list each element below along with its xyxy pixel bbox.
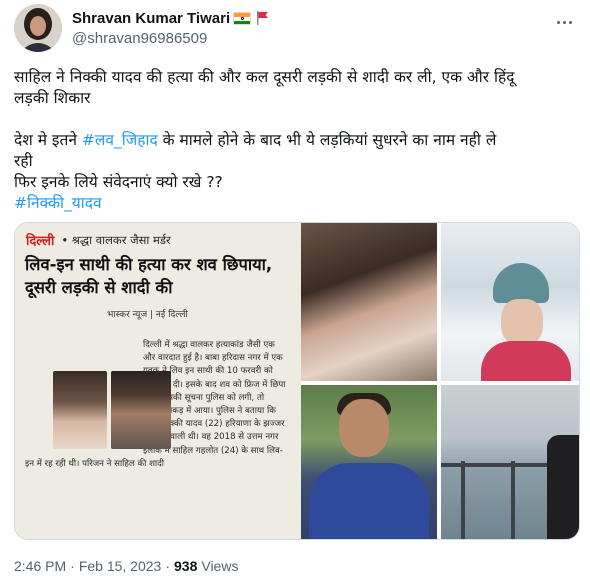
photo-woman-portrait[interactable] <box>301 223 437 381</box>
avatar-image <box>14 4 62 52</box>
author-name-row: Shravan Kumar Tiwari <box>72 8 270 28</box>
red-flag-icon <box>254 10 270 26</box>
photo-collage <box>301 223 579 539</box>
tweet-text: साहिल ने निक्की यादव की हत्या की और कल द… <box>14 67 580 214</box>
clipping-photo-man <box>111 371 171 449</box>
tweet-line: फिर इनके लिये संवेदनाएं क्यो रखे ?? <box>14 173 223 191</box>
more-dot-icon <box>562 20 566 24</box>
india-flag-icon <box>233 11 252 25</box>
tweet-text-fragment: के मामले होने के बाद भी ये लड़कियां सुधर… <box>157 131 497 149</box>
views-label: Views <box>201 558 239 574</box>
tweet-date[interactable]: Feb 15, 2023 <box>79 558 162 574</box>
tweet-meta: 2:46 PM · Feb 15, 2023 · 938 Views <box>14 558 238 574</box>
author-block: Shravan Kumar Tiwari @shravan96986509 <box>72 8 270 47</box>
clipping-kicker: • श्रद्धा वालकर जैसा मर्डर <box>61 232 171 247</box>
avatar[interactable] <box>14 4 62 52</box>
tweet-media[interactable]: दिल्ली • श्रद्धा वालकर जैसा मर्डर लिव-इन… <box>14 222 580 540</box>
tweet-text-fragment: देश मे इतने <box>14 131 82 149</box>
meta-separator: · <box>70 558 75 574</box>
photo-woman-snow[interactable] <box>441 223 579 381</box>
clipping-byline: भास्कर न्यूज | नई दिल्ली <box>107 310 188 320</box>
clipping-header: दिल्ली • श्रद्धा वालकर जैसा मर्डर <box>23 229 293 251</box>
tweet-line: लड़की शिकार <box>14 89 91 107</box>
photo-man-blue-shirt[interactable] <box>301 385 437 539</box>
author-name[interactable]: Shravan Kumar Tiwari <box>72 10 230 27</box>
newspaper-clipping-image[interactable]: दिल्ली • श्रद्धा वालकर जैसा मर्डर लिव-इन… <box>15 223 301 539</box>
tweet-line: साहिल ने निक्की यादव की हत्या की और कल द… <box>14 68 515 86</box>
clipping-photos <box>53 371 173 449</box>
meta-separator: · <box>165 558 170 574</box>
tweet: Shravan Kumar Tiwari @shravan96986509 सा… <box>0 0 590 576</box>
tweet-line: देश मे इतने #लव_जिहाद के मामले होने के ब… <box>14 130 580 151</box>
clipping-photo-woman <box>53 371 107 449</box>
photo-lake-railing[interactable] <box>441 385 579 539</box>
tweet-line: रही <box>14 152 33 170</box>
tweet-time[interactable]: 2:46 PM <box>14 558 66 574</box>
author-handle[interactable]: @shravan96986509 <box>72 30 270 47</box>
more-dot-icon <box>568 20 572 24</box>
hashtag-nikki-yadav[interactable]: #निक्की_यादव <box>14 194 102 212</box>
clipping-place: दिल्ली <box>26 234 55 249</box>
tweet-line: #निक्की_यादव <box>14 193 580 214</box>
hashtag-love-jihad[interactable]: #लव_जिहाद <box>82 131 158 149</box>
more-options-button[interactable] <box>552 12 576 32</box>
clipping-headline: लिव-इन साथी की हत्या कर शव छिपाया, दूसरी… <box>25 255 273 297</box>
views-count: 938 <box>174 558 198 574</box>
more-dot-icon <box>556 20 560 24</box>
